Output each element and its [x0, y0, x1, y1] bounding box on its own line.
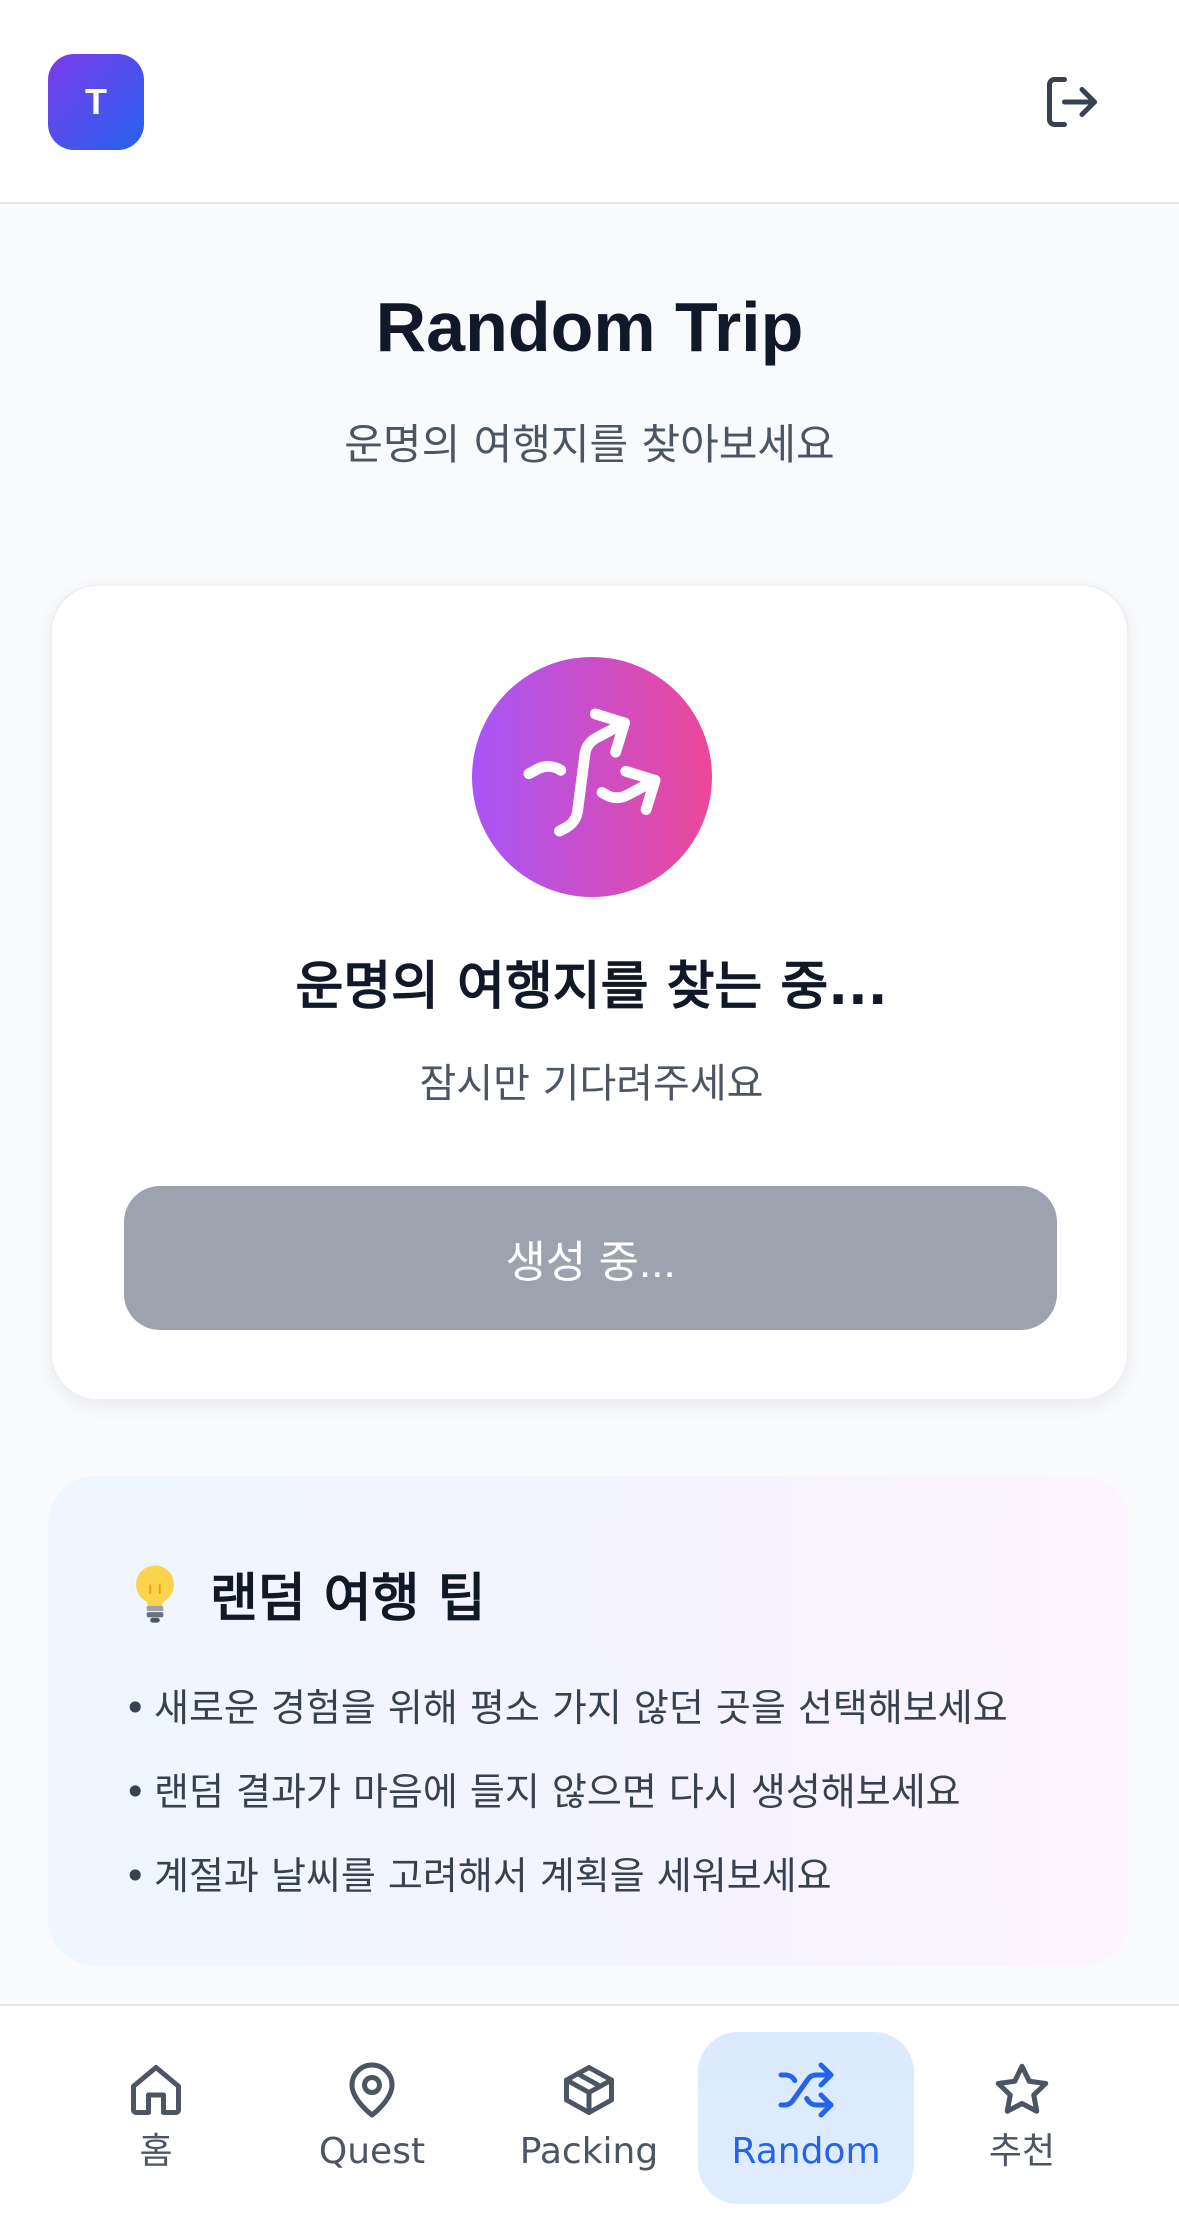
logout-icon [1047, 77, 1097, 127]
tip-item: • 새로운 경험을 위해 평소 가지 않던 곳을 선택해보세요 [124, 1666, 1008, 1750]
nav-item-quest[interactable]: Quest [264, 2032, 480, 2204]
lightbulb-icon [135, 1564, 175, 1623]
loading-subtitle: 잠시만 기다려주세요 [419, 1061, 764, 1107]
package-icon [564, 2065, 614, 2115]
bottom-nav: 홈 Quest Packing Random 추천 [0, 2004, 1179, 2223]
avatar-initial: T [85, 81, 107, 122]
tips-panel: 랜덤 여행 팁 • 새로운 경험을 위해 평소 가지 않던 곳을 선택해보세요 •… [48, 1476, 1129, 1966]
nav-label-packing: Packing [519, 2131, 659, 2172]
shuffle-icon [523, 708, 661, 837]
tip-bullet: • [124, 1686, 147, 1730]
star-icon [995, 2063, 1049, 2114]
page-title: Random Trip [375, 288, 804, 366]
tip-bullet: • [124, 1770, 147, 1814]
nav-item-random[interactable]: Random [698, 2032, 914, 2204]
tips-list: • 새로운 경험을 위해 평소 가지 않던 곳을 선택해보세요 • 랜덤 결과가 마… [124, 1666, 1008, 1918]
home-icon [131, 2065, 181, 2115]
random-trip-card: 운명의 여행지를 찾는 중... 잠시만 기다려주세요 생성 중... [50, 584, 1129, 1401]
logout-button[interactable] [1040, 70, 1104, 134]
nav-label-recommend: 추천 [988, 2131, 1056, 2172]
nav-item-home[interactable]: 홈 [48, 2032, 264, 2204]
tips-title: 랜덤 여행 팁 [210, 1569, 486, 1629]
tips-heading: 랜덤 여행 팁 [130, 1556, 485, 1631]
nav-item-recommend[interactable]: 추천 [914, 2032, 1130, 2204]
shuffle-icon [778, 2062, 834, 2118]
map-pin-icon [349, 2062, 395, 2118]
generate-button[interactable]: 생성 중... [124, 1186, 1057, 1330]
nav-label-home: 홈 [139, 2131, 173, 2172]
shuffle-badge [472, 657, 712, 897]
tip-item: • 계절과 날씨를 고려해서 계획을 세워보세요 [124, 1834, 1008, 1918]
nav-label-random: Random [731, 2131, 881, 2172]
nav-label-quest: Quest [318, 2131, 426, 2172]
loading-title: 운명의 여행지를 찾는 중... [295, 957, 888, 1017]
top-header: T [0, 0, 1179, 204]
tip-bullet: • [124, 1854, 147, 1898]
nav-item-packing[interactable]: Packing [481, 2032, 697, 2204]
tip-item: • 랜덤 결과가 마음에 들지 않으면 다시 생성해보세요 [124, 1750, 1008, 1834]
user-avatar[interactable]: T [48, 54, 144, 150]
page-subtitle: 운명의 여행지를 찾아보세요 [344, 420, 835, 469]
